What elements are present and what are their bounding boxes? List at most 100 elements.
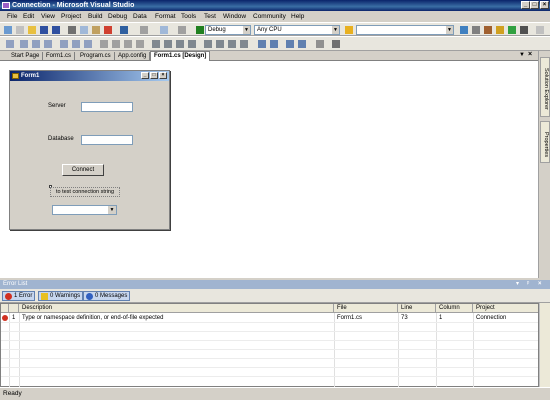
horizontal-spacing-equal-icon[interactable] [152,40,160,48]
tab-order-icon[interactable] [316,40,324,48]
toolbar-options-icon[interactable] [536,26,544,34]
copy-icon[interactable] [80,26,88,34]
size-to-grid-icon[interactable] [136,40,144,48]
warnings-filter-button[interactable]: 0 Warnings [38,291,84,301]
find-dropdown[interactable]: ▼ [356,25,454,35]
column-header-column[interactable]: Column [436,304,473,313]
tab-list-chevron-icon[interactable]: ▼ [519,52,525,58]
error-line: 73 [401,315,408,321]
toolbox-icon[interactable] [496,26,504,34]
window-position-icon[interactable]: ▾ [516,280,519,289]
form-icon [12,73,19,79]
menu-build[interactable]: Build [88,13,102,21]
align-bottoms-icon[interactable] [84,40,92,48]
menu-project[interactable]: Project [61,13,81,21]
menu-window[interactable]: Window [223,13,246,21]
tab-program-cs[interactable]: Program.cs [77,52,115,61]
solution-platform-dropdown[interactable]: Any CPU ▼ [254,25,340,35]
chevron-down-icon: ▼ [108,206,116,214]
align-to-grid-icon[interactable] [6,40,14,48]
redo-icon[interactable] [140,26,148,34]
add-item-icon[interactable] [16,26,24,34]
menu-help[interactable]: Help [291,13,304,21]
close-button[interactable]: × [540,1,549,9]
column-header-line[interactable]: Line [398,304,436,313]
solution-explorer-icon[interactable] [460,26,468,34]
menu-data[interactable]: Data [133,13,147,21]
properties-side-tab[interactable]: Properties [540,121,550,163]
error-list-scrollbar[interactable] [539,303,550,387]
database-combobox[interactable]: ▼ [52,205,117,215]
column-header-description[interactable]: Description [19,304,334,313]
tab-form1-cs[interactable]: Form1.cs [43,52,76,61]
errors-filter-button[interactable]: 1 Error [2,291,36,301]
tab-start-page[interactable]: Start Page [8,52,44,61]
column-header-number[interactable] [9,304,19,313]
maximize-button[interactable]: □ [530,1,539,9]
make-same-width-icon[interactable] [100,40,108,48]
increase-horizontal-spacing-icon[interactable] [164,40,172,48]
remove-horizontal-spacing-icon[interactable] [188,40,196,48]
solution-configuration-dropdown[interactable]: Debug ▼ [205,25,251,35]
remove-vertical-spacing-icon[interactable] [240,40,248,48]
make-same-size-icon[interactable] [124,40,132,48]
vertical-spacing-equal-icon[interactable] [204,40,212,48]
menu-tools[interactable]: Tools [181,13,196,21]
delete-icon[interactable] [104,26,112,34]
column-header-project[interactable]: Project [473,304,538,313]
align-lefts-icon[interactable] [20,40,28,48]
align-tops-icon[interactable] [60,40,68,48]
send-to-back-icon[interactable] [298,40,306,48]
properties-window-icon[interactable] [472,26,480,34]
menu-view[interactable]: View [41,13,55,21]
start-page-icon[interactable] [508,26,516,34]
align-middles-icon[interactable] [72,40,80,48]
form-maximize-icon[interactable]: □ [150,72,158,79]
undo-icon[interactable] [120,26,128,34]
menu-format[interactable]: Format [155,13,176,21]
menu-file[interactable]: File [7,13,17,21]
solution-explorer-side-tab[interactable]: Solution Explorer [540,57,550,117]
align-centers-icon[interactable] [32,40,40,48]
object-browser-icon[interactable] [484,26,492,34]
auto-hide-pin-icon[interactable]: ᵖ [527,280,529,289]
bring-to-front-icon[interactable] [286,40,294,48]
increase-vertical-spacing-icon[interactable] [216,40,224,48]
navigate-backward-icon[interactable] [160,26,168,34]
save-icon[interactable] [40,26,48,34]
cut-icon[interactable] [68,26,76,34]
form-minimize-icon[interactable]: _ [141,72,149,79]
start-debugging-icon[interactable] [196,26,204,34]
messages-filter-button[interactable]: 0 Messages [83,291,131,301]
menu-test[interactable]: Test [204,13,216,21]
column-header-file[interactable]: File [334,304,398,313]
menu-edit[interactable]: Edit [23,13,34,21]
center-vertically-icon[interactable] [270,40,278,48]
command-window-icon[interactable] [520,26,528,34]
menu-debug[interactable]: Debug [108,13,127,21]
server-textbox[interactable] [81,102,133,112]
save-all-icon[interactable] [52,26,60,34]
form-close-icon[interactable]: × [159,72,167,79]
column-header-icon[interactable] [1,304,9,313]
tab-app-config[interactable]: App.config [115,52,151,61]
close-panel-icon[interactable]: × [538,280,542,289]
align-rights-icon[interactable] [44,40,52,48]
minimize-button[interactable]: _ [521,1,530,9]
decrease-horizontal-spacing-icon[interactable] [176,40,184,48]
menu-community[interactable]: Community [253,13,286,21]
database-textbox[interactable] [81,135,133,145]
connect-button[interactable]: Connect [62,164,104,176]
new-project-icon[interactable] [4,26,12,34]
open-folder-icon[interactable] [28,26,36,34]
decrease-vertical-spacing-icon[interactable] [228,40,236,48]
make-same-height-icon[interactable] [112,40,120,48]
close-document-icon[interactable]: × [528,51,532,58]
form1-window[interactable]: Form1 _ □ × Server Database Connect to t… [9,70,170,230]
lock-controls-icon[interactable] [332,40,340,48]
status-label[interactable]: to test connection string [50,187,120,197]
navigate-forward-icon[interactable] [178,26,186,34]
paste-icon[interactable] [92,26,100,34]
center-horizontally-icon[interactable] [258,40,266,48]
find-in-files-icon[interactable] [345,26,353,34]
